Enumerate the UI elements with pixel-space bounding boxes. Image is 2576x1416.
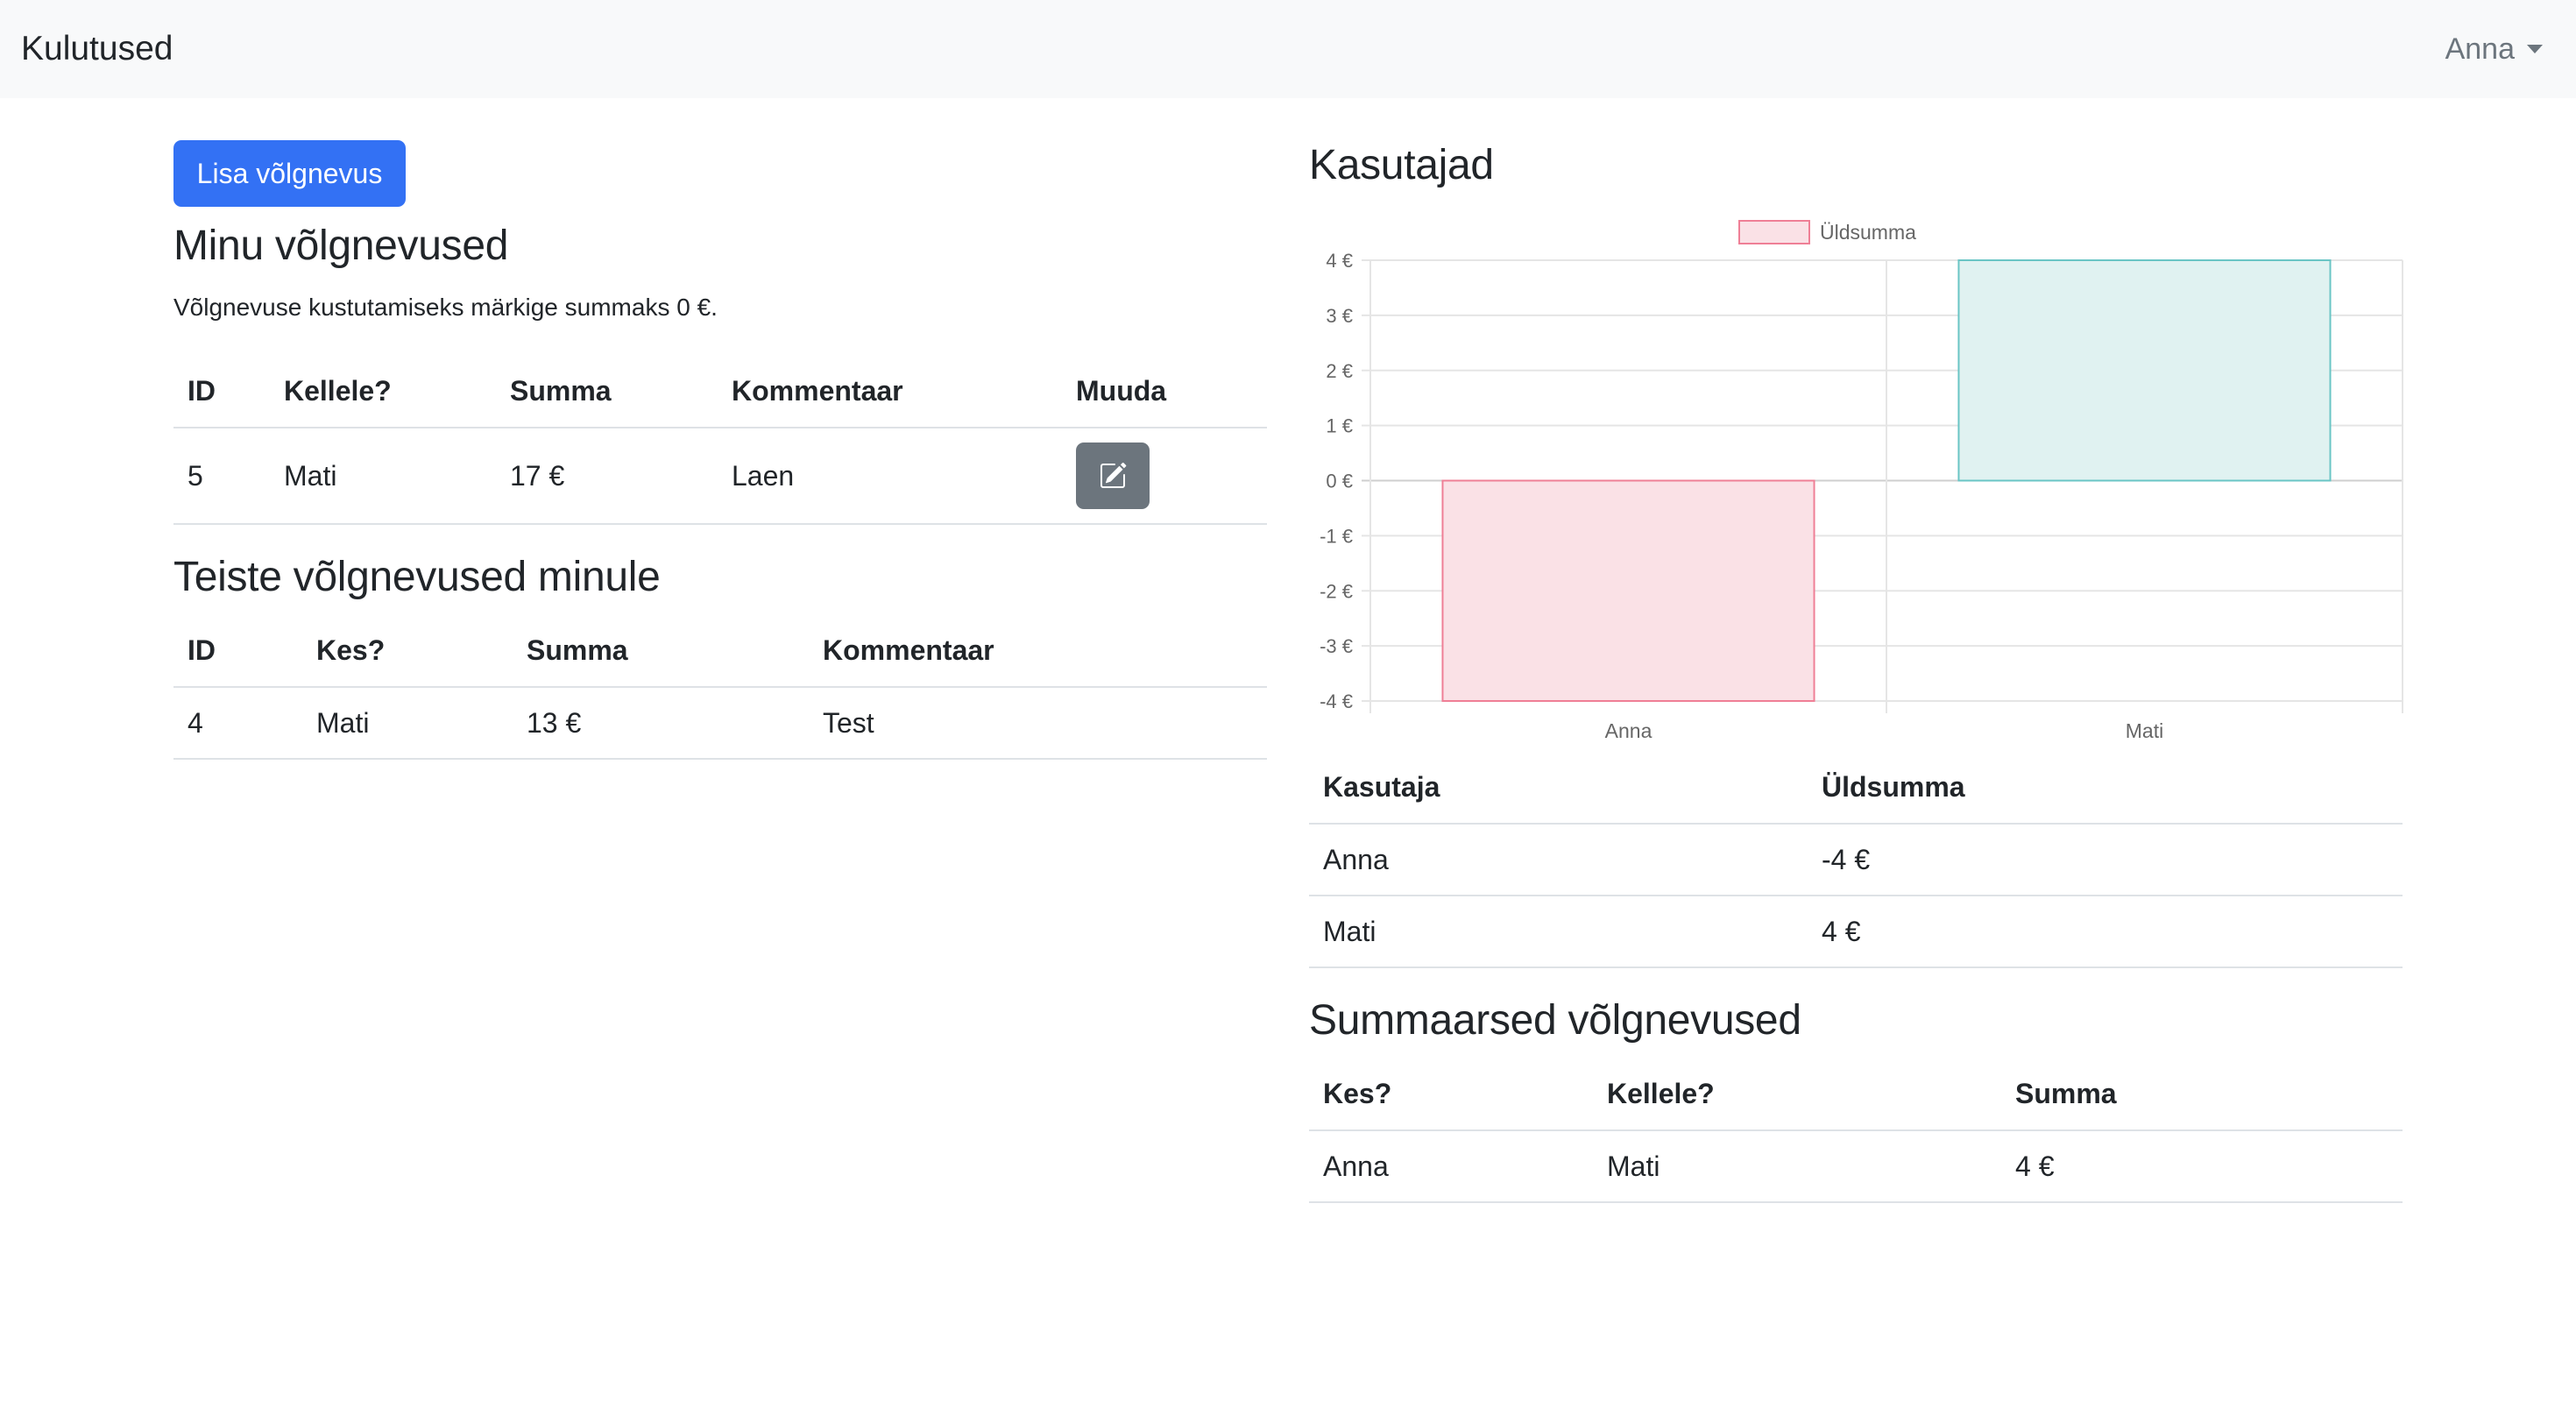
app-brand[interactable]: Kulutused [21, 26, 173, 72]
y-tick-label: 1 € [1326, 415, 1353, 437]
table-header-row: ID Kellele? Summa Kommentaar Muuda [173, 356, 1267, 428]
navbar: Kulutused Anna [0, 0, 2576, 98]
chevron-down-icon [2527, 45, 2543, 53]
cell-amount: 13 € [513, 687, 809, 760]
cell-to: Mati [270, 428, 496, 525]
cell-id: 5 [173, 428, 270, 525]
table-row: Mati 4 € [1309, 896, 2403, 968]
bar [1957, 259, 2332, 482]
x-tick-label: Mati [2126, 719, 2163, 742]
cell-amount: 17 € [496, 428, 718, 525]
summary-debts-table: Kes? Kellele? Summa Anna Mati 4 € [1309, 1058, 2403, 1203]
column-header: Kasutaja [1309, 752, 1808, 825]
users-title: Kasutajad [1309, 142, 1494, 188]
legend-label: Üldsumma [1820, 221, 1916, 244]
users-table: Kasutaja Üldsumma Anna -4 € Mati 4 € [1309, 752, 2403, 968]
table-header-row: Kes? Kellele? Summa [1309, 1058, 2403, 1131]
y-tick-label: -2 € [1320, 580, 1353, 602]
cell-comment: Laen [718, 428, 1062, 525]
y-tick-label: 4 € [1326, 250, 1353, 272]
my-debts-table: ID Kellele? Summa Kommentaar Muuda 5 Mat… [173, 356, 1267, 525]
cell-who: Mati [302, 687, 513, 760]
y-tick-label: 2 € [1326, 360, 1353, 382]
column-header: Muuda [1062, 356, 1267, 428]
legend-swatch [1738, 220, 1810, 244]
cell-amount: 4 € [2001, 1130, 2403, 1203]
table-row: 4 Mati 13 € Test [173, 687, 1267, 760]
cell-to: Mati [1593, 1130, 2001, 1203]
edit-icon [1100, 462, 1127, 488]
cell-who: Anna [1309, 1130, 1593, 1203]
table-header-row: Kasutaja Üldsumma [1309, 752, 2403, 825]
table-row: Anna -4 € [1309, 824, 2403, 896]
y-tick-label: -1 € [1320, 525, 1353, 547]
cell-user: Mati [1309, 896, 1808, 968]
cell-comment: Test [809, 687, 1267, 760]
column-header: Kes? [1309, 1058, 1593, 1131]
cell-user: Anna [1309, 824, 1808, 896]
x-tick-label: Anna [1605, 719, 1652, 742]
y-tick-label: 3 € [1326, 305, 1353, 327]
column-header: Summa [2001, 1058, 2403, 1131]
column-header: Summa [496, 356, 718, 428]
column-header: Üldsumma [1808, 752, 2403, 825]
table-header-row: ID Kes? Summa Kommentaar [173, 615, 1267, 688]
column-header: Kellele? [270, 356, 496, 428]
add-debt-button[interactable]: Lisa võlgnevus [173, 140, 406, 207]
y-tick-label: -4 € [1320, 690, 1353, 712]
users-balance-chart: 4 € 3 € 2 € 1 € 0 € -1 € -2 € -3 € -4 € Anna Mati Ü… [1320, 220, 2403, 742]
column-header: Summa [513, 615, 809, 688]
cell-edit [1062, 428, 1267, 525]
column-header: Kellele? [1593, 1058, 2001, 1131]
cell-id: 4 [173, 687, 302, 760]
my-debts-hint: Võlgnevuse kustutamiseks märkige summaks… [173, 294, 718, 321]
table-row: 5 Mati 17 € Laen [173, 428, 1267, 525]
column-header: ID [173, 615, 302, 688]
user-menu-toggle[interactable]: Anna [2445, 26, 2543, 72]
cell-total: -4 € [1808, 824, 2403, 896]
column-header: Kommentaar [718, 356, 1062, 428]
column-header: ID [173, 356, 270, 428]
table-row: Anna Mati 4 € [1309, 1130, 2403, 1203]
others-debts-title: Teiste võlgnevused minule [173, 554, 661, 600]
my-debts-title: Minu võlgnevused [173, 223, 509, 269]
cell-total: 4 € [1808, 896, 2403, 968]
column-header: Kommentaar [809, 615, 1267, 688]
y-tick-label: 0 € [1326, 471, 1353, 492]
y-tick-label: -3 € [1320, 635, 1353, 657]
others-debts-table: ID Kes? Summa Kommentaar 4 Mati 13 € Tes… [173, 615, 1267, 760]
bar [1441, 479, 1815, 702]
user-menu-label: Anna [2445, 32, 2515, 66]
edit-debt-button[interactable] [1076, 442, 1150, 509]
column-header: Kes? [302, 615, 513, 688]
summary-debts-title: Summaarsed võlgnevused [1309, 997, 1801, 1044]
